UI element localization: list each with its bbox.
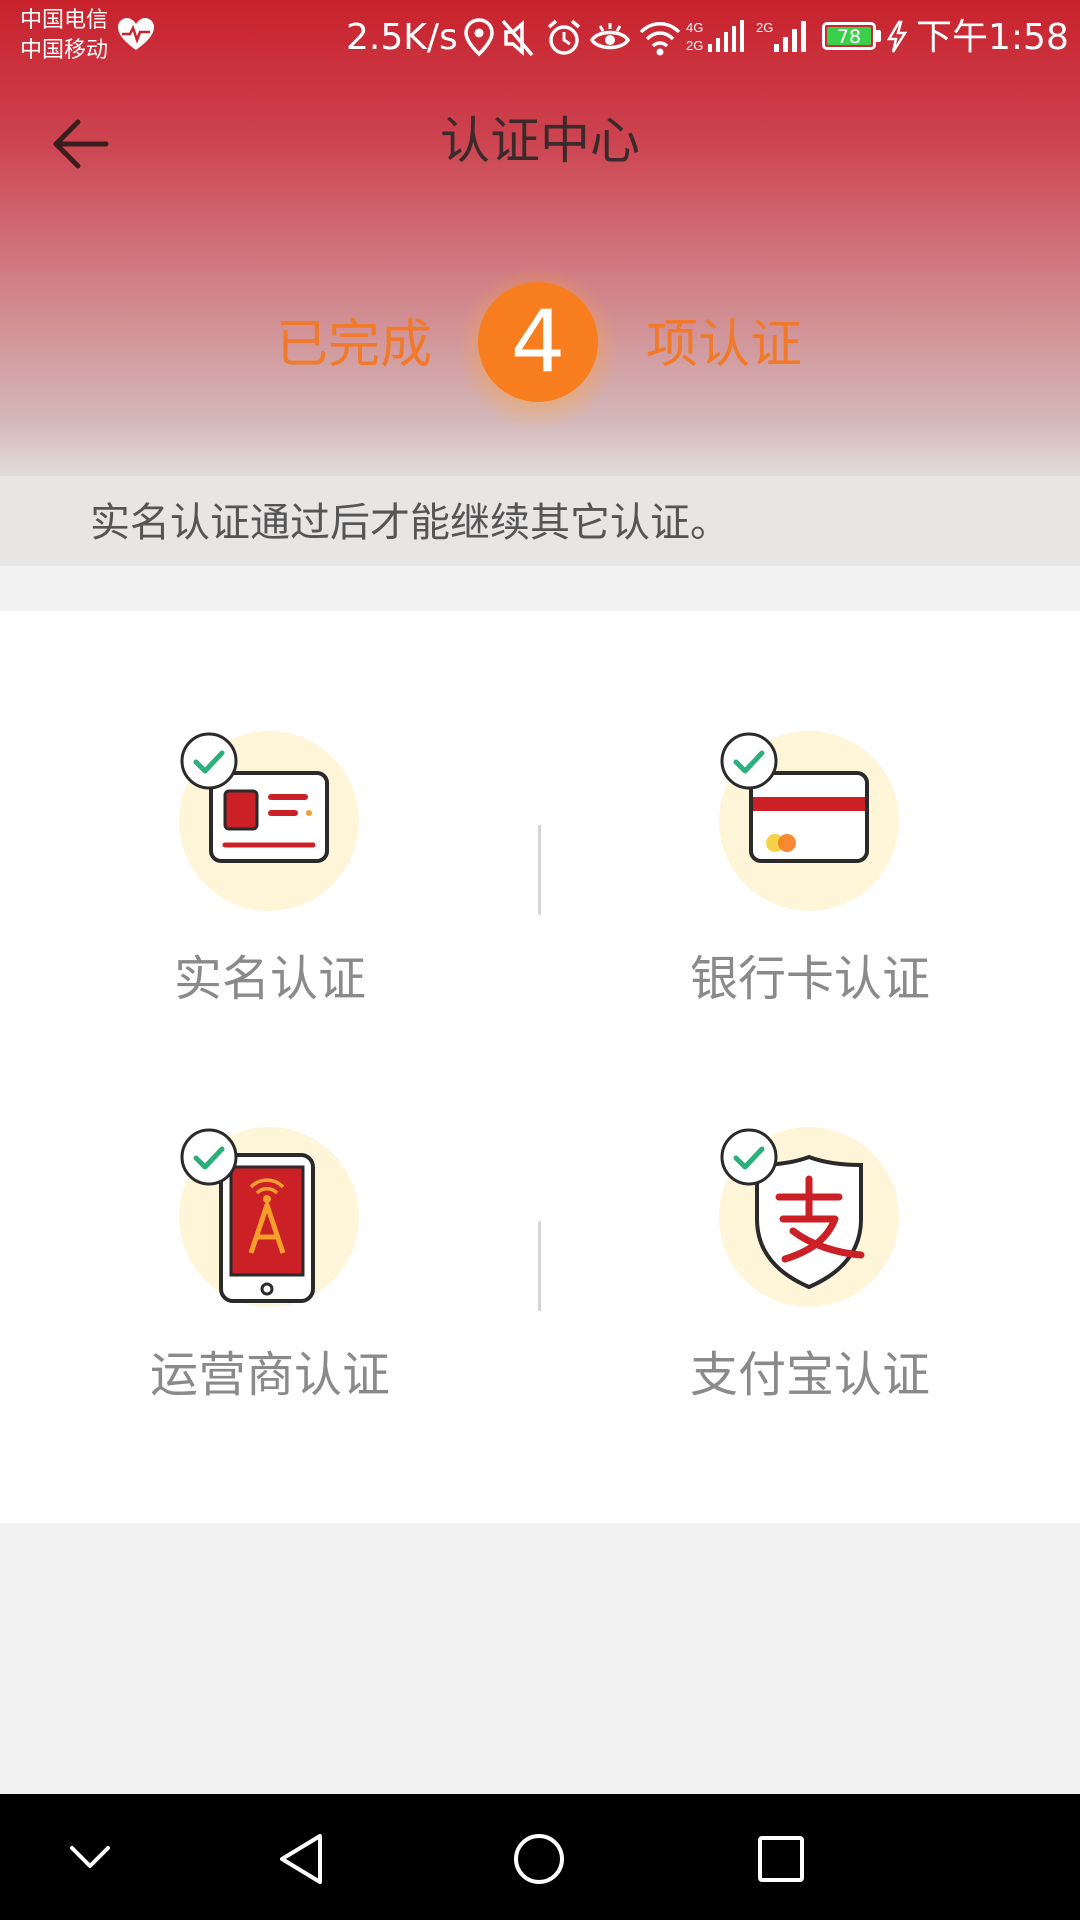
- back-triangle-icon[interactable]: [276, 1832, 326, 1886]
- check-icon: [180, 1128, 238, 1186]
- status-bar: 中国电信 中国移动 2.5K/s 4G 2G 2G 78 下午1:58: [0, 0, 1080, 72]
- id-card-icon: [179, 731, 359, 911]
- auth-item-label: 支付宝认证: [689, 1347, 930, 1403]
- auth-item-label: 实名认证: [173, 951, 366, 1007]
- heart-pulse-icon: [118, 18, 154, 50]
- notice-text: 实名认证通过后才能继续其它认证。: [90, 500, 730, 546]
- charging-icon: [886, 20, 908, 53]
- recents-square-icon[interactable]: [756, 1832, 806, 1886]
- auth-panel: 实名认证 银行卡认证 运营商认证 支付宝认证: [0, 611, 1080, 1523]
- alipay-shield-icon: [719, 1127, 899, 1307]
- carrier-labels: 中国电信 中国移动: [20, 6, 108, 66]
- net-2g-label: 2G: [686, 38, 703, 53]
- auth-item-alipay[interactable]: 支付宝认证: [540, 1127, 1080, 1457]
- carrier-1: 中国电信: [20, 8, 109, 33]
- notice-bar: 实名认证通过后才能继续其它认证。: [0, 476, 1080, 566]
- check-icon: [720, 1128, 778, 1186]
- net-4g-label: 4G: [686, 20, 703, 35]
- battery-icon: 78: [822, 22, 876, 50]
- collapse-icon[interactable]: [68, 1842, 112, 1872]
- clock: 下午1:58: [916, 17, 1069, 58]
- system-nav-bar: [0, 1794, 1080, 1920]
- auth-item-carrier[interactable]: 运营商认证: [0, 1127, 540, 1457]
- carrier-2: 中国移动: [20, 38, 109, 63]
- net-2g-label-b: 2G: [756, 20, 773, 35]
- signal-2g-icon: 2G: [756, 20, 806, 52]
- check-icon: [720, 732, 778, 790]
- battery-cap: [876, 30, 881, 42]
- mute-icon: [501, 19, 534, 57]
- net-speed: 2.5K/s: [346, 17, 458, 58]
- auth-item-bank-card[interactable]: 银行卡认证: [540, 731, 1080, 1061]
- check-icon: [180, 732, 238, 790]
- carrier-phone-icon: [179, 1127, 359, 1307]
- auth-item-label: 银行卡认证: [689, 951, 930, 1007]
- alarm-icon: [547, 19, 581, 55]
- auth-item-label: 运营商认证: [149, 1347, 390, 1403]
- signal-4g-2g-icon: 4G 2G: [686, 20, 744, 53]
- bank-card-icon: [719, 731, 899, 911]
- location-icon: [464, 18, 494, 57]
- summary-prefix: 已完成: [276, 315, 433, 375]
- auth-item-real-name[interactable]: 实名认证: [0, 731, 540, 1061]
- wifi-icon: [639, 22, 681, 56]
- home-circle-icon[interactable]: [512, 1832, 566, 1886]
- battery-level: 78: [827, 27, 871, 47]
- summary-suffix: 项认证: [646, 315, 803, 375]
- page-title: 认证中心: [440, 112, 640, 170]
- completed-count-badge: 4: [478, 282, 598, 402]
- eye-icon: [590, 23, 630, 50]
